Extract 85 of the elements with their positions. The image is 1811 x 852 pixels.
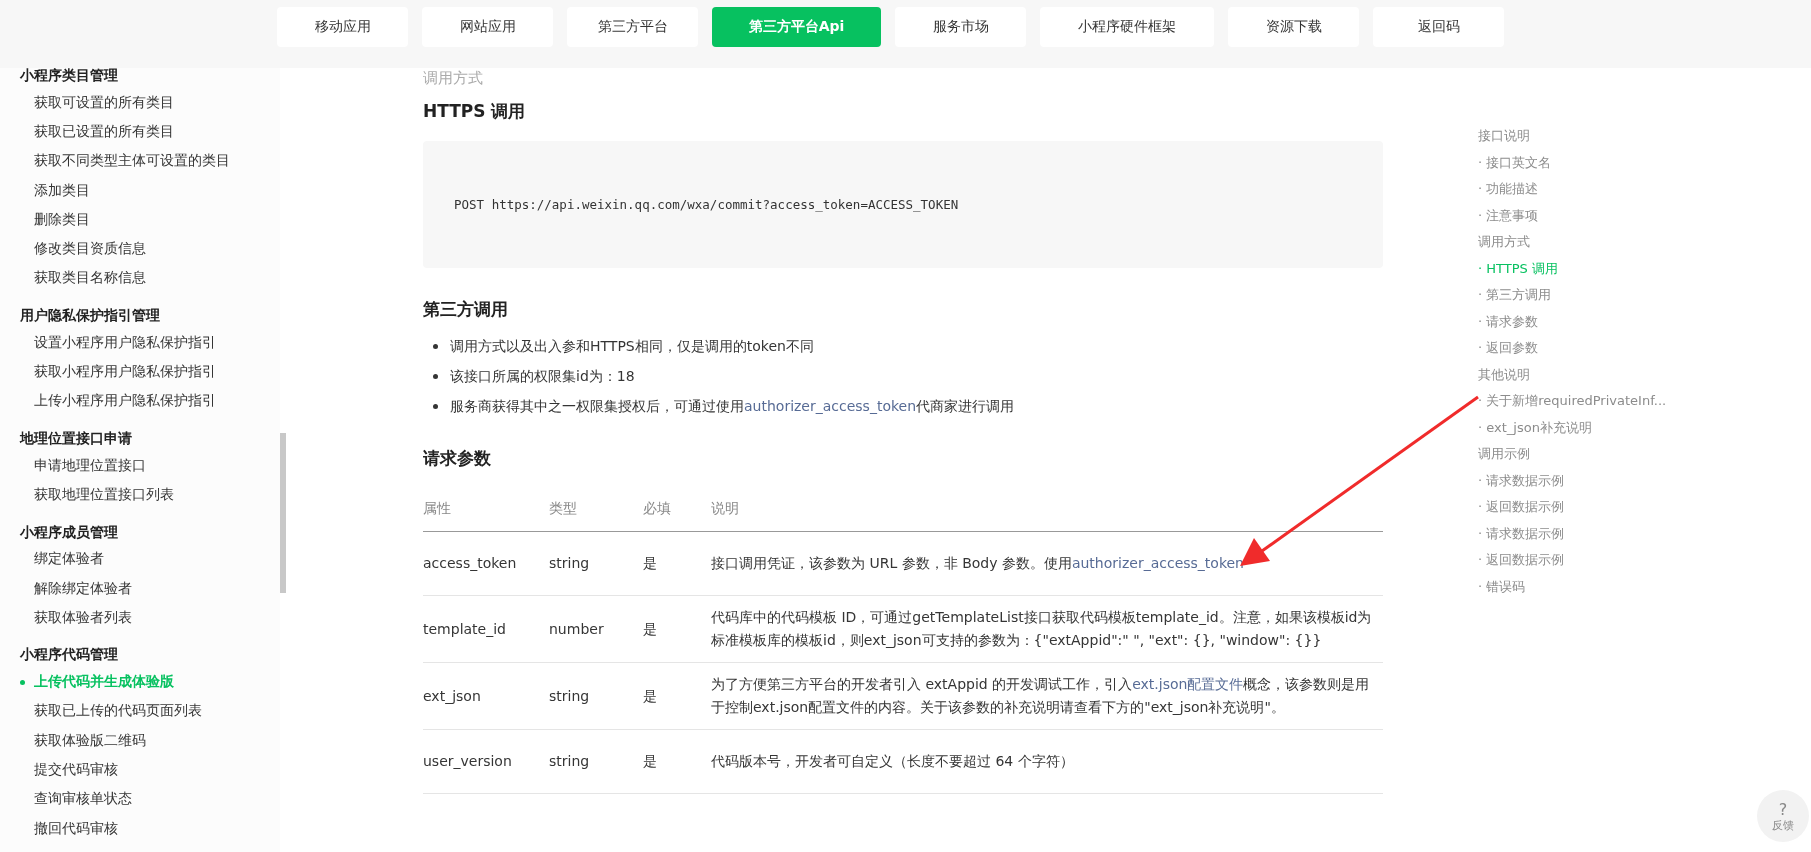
scrollbar-thumb[interactable]	[280, 433, 286, 593]
toc-link[interactable]: · 接口英文名	[1478, 153, 1688, 180]
column-header: 说明	[711, 499, 740, 518]
doc-link[interactable]: ext.json配置文件	[1132, 676, 1244, 692]
sidebar-item[interactable]: 查询审核单状态	[20, 784, 280, 814]
sidebar-item[interactable]: 获取地理位置接口列表	[20, 480, 280, 510]
code-block: POST https://api.weixin.qq.com/wxa/commit?access_token=ACCESS_TOKEN	[423, 141, 1383, 268]
sidebar-item[interactable]: 添加类目	[20, 175, 280, 206]
table-cell-text: 是	[643, 752, 658, 771]
sidebar-item[interactable]: 解除绑定体验者	[20, 573, 280, 604]
sidebar-section-title: 用户隐私保护指引管理	[20, 306, 161, 326]
sidebar-item[interactable]: 获取小程序用户隐私保护指引	[20, 357, 280, 387]
toc-link[interactable]: · 请求参数	[1478, 312, 1688, 339]
sidebar-item[interactable]: 获取可设置的所有类目	[20, 88, 280, 118]
toc-link[interactable]: · 关于新增requiredPrivateInf...	[1478, 392, 1688, 419]
sidebar-section-title: 小程序代码管理	[20, 645, 119, 665]
section-heading: 请求参数	[423, 447, 492, 470]
table-cell-text: template_id	[423, 619, 507, 639]
sidebar-item[interactable]: 上传小程序用户隐私保护指引	[20, 386, 280, 416]
toc-link[interactable]: · 请求数据示例	[1478, 524, 1688, 551]
toc-link[interactable]: · 注意事项	[1478, 206, 1688, 233]
table-cell-text: string	[549, 686, 591, 706]
sidebar-item[interactable]: 获取不同类型主体可设置的类目	[20, 146, 280, 176]
toc-link[interactable]: · 返回数据示例	[1478, 551, 1688, 578]
doc-link[interactable]: authorizer_access_token	[1071, 555, 1244, 571]
table-cell-text: 接口调用凭证，该参数为 URL 参数，非 Body 参数。使用authorizer_access_token	[711, 554, 1245, 573]
nav-tab[interactable]: 返回码	[1373, 7, 1504, 47]
table-cell-text: ext_json	[423, 686, 482, 706]
sidebar-item[interactable]: 申请地理位置接口	[20, 450, 280, 481]
column-header: 必填	[643, 499, 672, 518]
toc-link[interactable]: 其他说明	[1478, 365, 1688, 392]
bullet-icon	[433, 373, 438, 379]
nav-tab[interactable]: 网站应用	[422, 7, 553, 47]
toc-link[interactable]: · 错误码	[1478, 577, 1688, 604]
column-header: 类型	[549, 499, 578, 518]
toc-link[interactable]: · 第三方调用	[1478, 286, 1688, 313]
nav-tab[interactable]: 小程序硬件框架	[1040, 7, 1214, 47]
toc-link[interactable]: · ext_json补充说明	[1478, 418, 1688, 445]
sidebar-section-title: 小程序成员管理	[20, 522, 119, 542]
nav-tab[interactable]: 第三方平台	[567, 7, 698, 47]
sidebar-item[interactable]: 获取类目名称信息	[20, 263, 280, 294]
bullet-icon	[433, 403, 438, 409]
toc-link[interactable]: 调用方式	[1478, 233, 1688, 260]
sidebar-item[interactable]: 删除类目	[20, 205, 280, 235]
sidebar-item[interactable]: 获取体验版二维码	[20, 726, 280, 756]
toc-link[interactable]: 调用示例	[1478, 445, 1688, 472]
toc-link[interactable]: · 请求数据示例	[1478, 471, 1688, 498]
sidebar-item[interactable]: 获取已上传的代码页面列表	[20, 696, 280, 727]
bullet-text: 服务商获得其中之一权限集授权后，可通过使用authorizer_access_token代商家进行调用	[450, 397, 1015, 416]
table-cell-text: 是	[643, 554, 658, 573]
bullet-text: 该接口所属的权限集id为：18	[450, 367, 635, 386]
sidebar-item[interactable]: 提交代码审核	[20, 755, 280, 785]
bullet-text: 调用方式以及出入参和HTTPS相同，仅是调用的token不同	[450, 337, 814, 356]
table-cell-text: string	[549, 554, 591, 573]
table-cell-text: 代码库中的代码模板 ID，可通过getTemplateList接口获取代码模板template_id。注意，如果该模板id为标准模板库的模板id，则ext_json可支持的参数为：{"extAppid":" ", "ext": {}, "window": {}}	[711, 608, 1373, 650]
table-cell-text: 是	[643, 619, 658, 639]
table-cell-text: 代码版本号，开发者可自定义（长度不要超过 64 个字符）	[711, 752, 1075, 771]
table-cell-text: string	[549, 752, 591, 771]
table-cell-text: access_token	[423, 554, 518, 573]
sidebar-item[interactable]: 修改类目资质信息	[20, 234, 280, 264]
section-heading: 调用方式	[423, 68, 484, 88]
table-cell-text: 是	[643, 686, 658, 706]
sidebar-item[interactable]: 获取已设置的所有类目	[20, 117, 280, 147]
nav-tab[interactable]: 服务市场	[895, 7, 1026, 47]
nav-tab[interactable]: 资源下载	[1228, 7, 1359, 47]
column-header: 属性	[423, 499, 452, 518]
toc-link[interactable]: · 返回数据示例	[1478, 498, 1688, 525]
toc-link[interactable]: · 功能描述	[1478, 180, 1688, 207]
sidebar-item[interactable]: 撤回代码审核	[20, 813, 280, 844]
doc-link[interactable]: authorizer_access_token	[744, 398, 917, 414]
section-heading: HTTPS 调用	[423, 100, 527, 123]
bullet-icon	[20, 679, 25, 685]
bullet-icon	[433, 343, 438, 349]
sidebar-item[interactable]: 设置小程序用户隐私保护指引	[20, 328, 280, 358]
table-cell-text: user_version	[423, 752, 513, 771]
nav-tab[interactable]: 移动应用	[277, 7, 408, 47]
sidebar-item[interactable]: 绑定体验者	[20, 544, 280, 574]
table-cell-text: number	[549, 619, 605, 639]
sidebar-item[interactable]: 获取体验者列表	[20, 603, 280, 633]
section-heading: 第三方调用	[423, 298, 509, 321]
toc-link[interactable]: · 返回参数	[1478, 339, 1688, 366]
table-cell-text: 为了方便第三方平台的开发者引入 extAppid 的开发调试工作，引入ext.json配置文件概念，该参数则是用于控制ext.json配置文件的内容。关于该参数的补充说明请查看下方的"ext_json补充说明"。	[711, 675, 1371, 717]
toc-link[interactable]: 接口说明	[1478, 127, 1688, 154]
sidebar-section-title: 小程序类目管理	[20, 68, 119, 85]
sidebar-section-title: 地理位置接口申请	[20, 428, 133, 448]
